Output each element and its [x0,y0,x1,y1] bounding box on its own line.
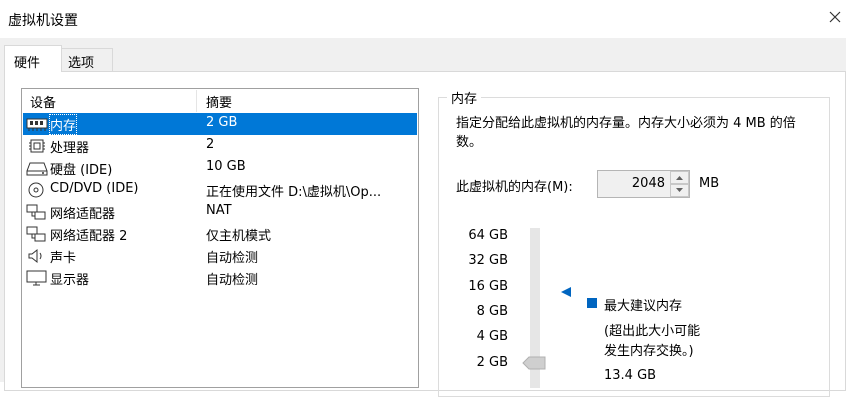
device-name: CD/DVD (IDE) [50,181,139,196]
title-bar [0,0,846,38]
device-summary: 2 GB [206,115,238,130]
device-name: 内存 [48,114,78,135]
tab-options[interactable]: 选项 [61,48,113,72]
memory-unit: MB [699,176,720,191]
device-summary: 自动检测 [206,251,259,266]
device-summary: 仅主机模式 [206,229,272,244]
device-row-network-adapter[interactable]: 网络适配器 NAT [23,201,417,223]
recommended-value: 13.4 GB [604,368,657,383]
memory-group-title: 内存 [447,88,482,107]
network-adapter-icon [26,204,48,220]
scale-tick-label: 64 GB [468,228,508,243]
close-icon[interactable] [824,6,846,28]
device-row-processor[interactable]: 处理器 2 [23,135,417,157]
device-summary: 正在使用文件 D:\虚拟机\Op... [206,185,382,200]
scale-tick-label: 2 GB [476,355,508,370]
device-summary: 10 GB [206,159,246,174]
hard-disk-icon [26,160,48,176]
tab-hardware[interactable]: 硬件 [4,45,62,72]
recommended-note: (超出此大小可能 发生内存交换。) [604,322,764,362]
scale-tick-label: 8 GB [476,304,508,319]
column-header-summary[interactable]: 摘要 [198,90,418,112]
device-summary: NAT [206,203,232,218]
network-adapter-icon [26,226,48,242]
scale-tick-label: 4 GB [476,329,508,344]
device-summary: 自动检测 [206,273,259,288]
scale-tick-label: 32 GB [468,253,508,268]
recommended-legend-square [587,298,597,308]
recommended-marker-icon [560,286,572,302]
memory-field-label: 此虚拟机的内存(M): [456,180,573,195]
recommended-note-line: (超出此大小可能 [604,324,701,339]
window-title: 虚拟机设置 [8,13,78,29]
scale-tick-label: 16 GB [468,279,508,294]
device-row-cd-dvd[interactable]: CD/DVD (IDE) 正在使用文件 D:\虚拟机\Op... [23,179,417,201]
recommended-note-line: 发生内存交换。) [604,344,694,359]
device-row-sound-card[interactable]: 声卡 自动检测 [23,245,417,267]
memory-value: 2048 [631,176,665,191]
display-icon [26,270,48,286]
device-name: 显示器 [50,273,90,288]
cd-dvd-icon [26,182,48,198]
device-name: 网络适配器 [50,207,116,222]
memory-icon [26,116,48,132]
device-name: 处理器 [50,141,90,156]
processor-icon [26,138,48,154]
column-header-device[interactable]: 设备 [22,90,197,112]
memory-stepper[interactable] [670,171,689,197]
device-name: 硬盘 (IDE) [50,163,113,178]
device-row-network-adapter-2[interactable]: 网络适配器 2 仅主机模式 [23,223,417,245]
device-name: 声卡 [50,251,77,266]
device-row-memory[interactable]: 内存 2 GB [23,113,417,135]
memory-slider-thumb[interactable] [522,356,546,370]
sound-card-icon [26,248,48,264]
device-name: 网络适配器 2 [50,229,128,244]
device-summary: 2 [206,137,215,152]
device-row-hard-disk[interactable]: 硬盘 (IDE) 10 GB [23,157,417,179]
device-row-display[interactable]: 显示器 自动检测 [23,267,417,289]
recommended-label: 最大建议内存 [604,299,683,314]
memory-description: 指定分配给此虚拟机的内存量。内存大小必须为 4 MB 的倍数。 [456,116,796,150]
